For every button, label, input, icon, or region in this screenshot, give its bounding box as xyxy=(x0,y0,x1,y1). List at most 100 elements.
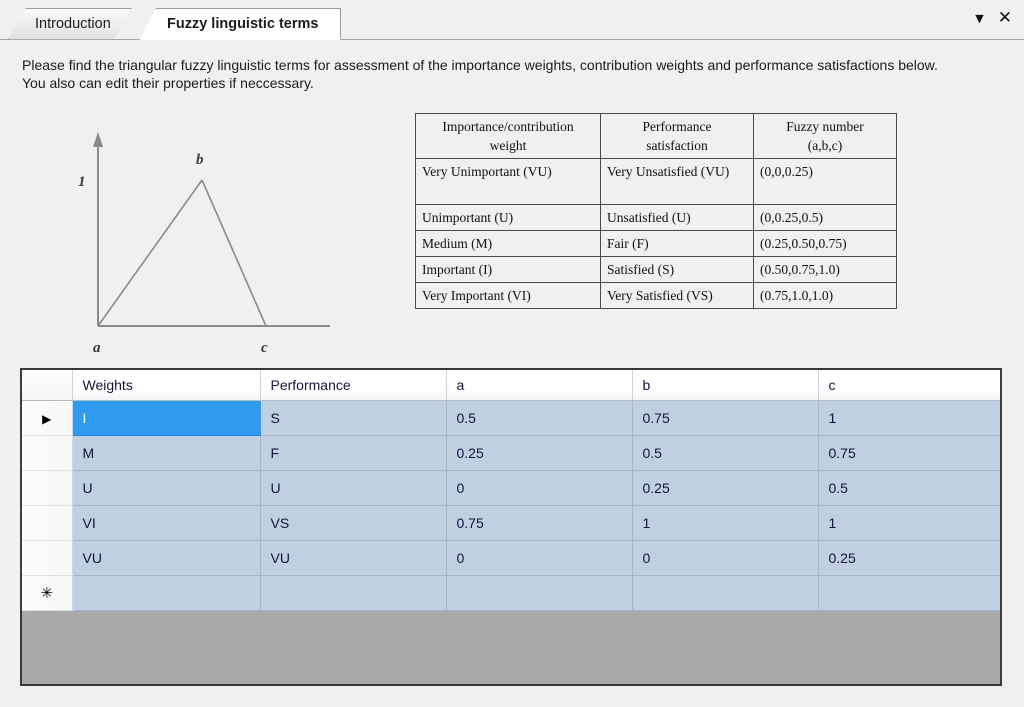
reference-cell-fuzzy: (0,0,0.25) xyxy=(753,158,897,205)
cell-b[interactable]: 0.25 xyxy=(632,470,819,506)
cell-a[interactable]: 0 xyxy=(446,540,633,576)
cell-weights[interactable]: VU xyxy=(72,540,261,576)
reference-cell-weight: Unimportant (U) xyxy=(415,204,601,231)
reference-cell-performance: Fair (F) xyxy=(600,230,754,257)
figure-right-label: c xyxy=(261,340,268,356)
tab-introduction[interactable]: Introduction xyxy=(8,8,132,39)
reference-cell-weight: Very Unimportant (VU) xyxy=(415,158,601,205)
reference-cell-performance: Very Unsatisfied (VU) xyxy=(600,158,754,205)
column-header-c[interactable]: c xyxy=(818,370,1000,401)
cell-weights[interactable] xyxy=(72,575,261,611)
reference-table-row: Important (I) Satisfied (S) (0.50,0.75,1… xyxy=(415,256,897,283)
cell-a[interactable]: 0.25 xyxy=(446,435,633,471)
fuzzy-terms-data-grid[interactable]: Weights Performance a b c ▶ I S 0.5 0.75… xyxy=(20,368,1002,686)
cell-a[interactable] xyxy=(446,575,633,611)
cell-weights[interactable]: U xyxy=(72,470,261,506)
instructions-text: Please find the triangular fuzzy linguis… xyxy=(22,56,1002,92)
data-grid-header: Weights Performance a b c xyxy=(22,370,1000,401)
reference-cell-weight: Important (I) xyxy=(415,256,601,283)
new-row[interactable]: ✳ xyxy=(22,575,1000,611)
cell-c[interactable]: 0.75 xyxy=(818,435,1000,471)
cell-weights[interactable]: I xyxy=(72,400,261,436)
cell-c[interactable]: 0.25 xyxy=(818,540,1000,576)
reference-cell-fuzzy: (0,0.25,0.5) xyxy=(753,204,897,231)
triangle-diagram-svg: 1 b a c xyxy=(78,132,330,356)
cell-b[interactable]: 1 xyxy=(632,505,819,541)
table-row[interactable]: U U 0 0.25 0.5 xyxy=(22,470,1000,506)
column-header-a[interactable]: a xyxy=(446,370,633,401)
reference-cell-performance: Very Satisfied (VS) xyxy=(600,282,754,309)
cell-a[interactable]: 0.75 xyxy=(446,505,633,541)
cell-c[interactable]: 0.5 xyxy=(818,470,1000,506)
reference-table-header: Importance/contribution weight Performan… xyxy=(415,113,897,159)
chevron-down-icon[interactable]: ▼ xyxy=(975,13,983,24)
row-header-current[interactable]: ▶ xyxy=(22,400,73,436)
data-grid-body: ▶ I S 0.5 0.75 1 M F 0.25 0.5 0.75 U U 0… xyxy=(22,400,1000,611)
fuzzy-linguistic-terms-window: Introduction Fuzzy linguistic terms ▼ ✕ … xyxy=(0,0,1024,707)
triangular-fuzzy-number-diagram: 1 b a c xyxy=(62,124,342,356)
reference-table-row: Medium (M) Fair (F) (0.25,0.50,0.75) xyxy=(415,230,897,257)
cell-c[interactable] xyxy=(818,575,1000,611)
close-icon[interactable]: ✕ xyxy=(998,10,1012,27)
cell-b[interactable]: 0 xyxy=(632,540,819,576)
row-header-corner[interactable] xyxy=(22,370,73,401)
window-controls: ▼ ✕ xyxy=(975,10,1012,27)
row-header[interactable] xyxy=(22,470,73,506)
row-header-new-row[interactable]: ✳ xyxy=(22,575,73,611)
instructions-line-2: You also can edit their properties if ne… xyxy=(22,75,314,91)
reference-cell-weight: Medium (M) xyxy=(415,230,601,257)
reference-table-header-row: Importance/contribution weight Performan… xyxy=(415,113,897,159)
table-row[interactable]: VI VS 0.75 1 1 xyxy=(22,505,1000,541)
cell-weights[interactable]: VI xyxy=(72,505,261,541)
table-row[interactable]: VU VU 0 0 0.25 xyxy=(22,540,1000,576)
data-grid-header-row: Weights Performance a b c xyxy=(22,370,1000,401)
cell-c[interactable]: 1 xyxy=(818,400,1000,436)
cell-performance[interactable] xyxy=(260,575,447,611)
column-header-b[interactable]: b xyxy=(632,370,819,401)
cell-a[interactable]: 0 xyxy=(446,470,633,506)
row-header[interactable] xyxy=(22,540,73,576)
cell-performance[interactable]: U xyxy=(260,470,447,506)
reference-table-row: Very Unimportant (VU) Very Unsatisfied (… xyxy=(415,158,897,205)
fuzzy-terms-reference-table: Importance/contribution weight Performan… xyxy=(415,113,897,309)
tab-fuzzy-linguistic-terms-label: Fuzzy linguistic terms xyxy=(167,15,319,32)
grid-empty-area xyxy=(22,610,1000,684)
reference-cell-performance: Satisfied (S) xyxy=(600,256,754,283)
row-header[interactable] xyxy=(22,505,73,541)
reference-header-weight: Importance/contribution weight xyxy=(415,113,601,159)
reference-table-body: Very Unimportant (VU) Very Unsatisfied (… xyxy=(415,158,897,309)
cell-performance[interactable]: VU xyxy=(260,540,447,576)
reference-header-fuzzy-number: Fuzzy number (a,b,c) xyxy=(753,113,897,159)
cell-weights[interactable]: M xyxy=(72,435,261,471)
tab-introduction-label: Introduction xyxy=(35,16,111,32)
data-grid-table: Weights Performance a b c ▶ I S 0.5 0.75… xyxy=(22,370,1000,611)
reference-header-performance: Performance satisfaction xyxy=(600,113,754,159)
instructions-line-1: Please find the triangular fuzzy linguis… xyxy=(22,57,938,73)
figure-peak-label: b xyxy=(196,152,204,168)
cell-c[interactable]: 1 xyxy=(818,505,1000,541)
figure-left-label: a xyxy=(93,340,101,356)
cell-performance[interactable]: VS xyxy=(260,505,447,541)
tab-fuzzy-linguistic-terms[interactable]: Fuzzy linguistic terms xyxy=(140,8,342,39)
reference-cell-fuzzy: (0.50,0.75,1.0) xyxy=(753,256,897,283)
table-row[interactable]: M F 0.25 0.5 0.75 xyxy=(22,435,1000,471)
reference-table-row: Very Important (VI) Very Satisfied (VS) … xyxy=(415,282,897,309)
reference-cell-fuzzy: (0.25,0.50,0.75) xyxy=(753,230,897,257)
cell-b[interactable] xyxy=(632,575,819,611)
cell-a[interactable]: 0.5 xyxy=(446,400,633,436)
column-header-weights[interactable]: Weights xyxy=(72,370,261,401)
new-row-asterisk-icon: ✳ xyxy=(40,583,54,602)
reference-cell-weight: Very Important (VI) xyxy=(415,282,601,309)
row-header[interactable] xyxy=(22,435,73,471)
cell-performance[interactable]: F xyxy=(260,435,447,471)
reference-table-row: Unimportant (U) Unsatisfied (U) (0,0.25,… xyxy=(415,204,897,231)
column-header-performance[interactable]: Performance xyxy=(260,370,447,401)
reference-cell-performance: Unsatisfied (U) xyxy=(600,204,754,231)
cell-b[interactable]: 0.5 xyxy=(632,435,819,471)
table-row[interactable]: ▶ I S 0.5 0.75 1 xyxy=(22,400,1000,436)
figure-y-axis-label: 1 xyxy=(78,174,86,190)
tab-strip: Introduction Fuzzy linguistic terms ▼ ✕ xyxy=(0,0,1024,40)
cell-performance[interactable]: S xyxy=(260,400,447,436)
cell-b[interactable]: 0.75 xyxy=(632,400,819,436)
current-row-arrow-icon: ▶ xyxy=(42,411,52,426)
